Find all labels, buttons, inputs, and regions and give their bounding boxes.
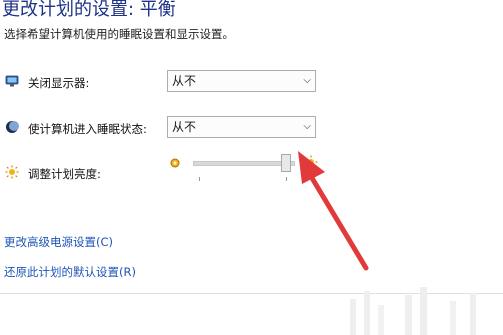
slider-tick xyxy=(286,177,287,181)
display-off-label: 关闭显示器: xyxy=(28,76,90,90)
sleep-label: 使计算机进入睡眠状态: xyxy=(28,122,147,136)
brightness-slider-thumb[interactable] xyxy=(281,154,291,172)
monitor-icon xyxy=(5,75,19,87)
display-off-dropdown[interactable]: 从不 ⌵ xyxy=(167,70,316,92)
sleep-dropdown[interactable]: 从不 ⌵ xyxy=(167,116,316,138)
sleep-value: 从不 xyxy=(172,120,197,134)
brightness-label: 调整计划亮度: xyxy=(28,167,101,181)
overlay-graphic xyxy=(350,287,476,335)
moon-icon xyxy=(6,121,19,133)
chevron-down-icon: ⌵ xyxy=(303,75,311,86)
brightness-slider-track[interactable] xyxy=(193,161,295,166)
page-title: 更改计划的设置: 平衡 xyxy=(2,0,176,20)
page-subtitle: 选择希望计算机使用的睡眠设置和显示设置。 xyxy=(4,27,234,41)
advanced-power-settings-link[interactable]: 更改高级电源设置(C) xyxy=(4,234,113,250)
slider-tick xyxy=(199,177,200,181)
display-off-value: 从不 xyxy=(172,74,197,88)
sun-icon xyxy=(5,165,19,179)
brightness-high-icon xyxy=(304,155,318,169)
chevron-down-icon: ⌵ xyxy=(303,121,311,132)
restore-defaults-link[interactable]: 还原此计划的默认设置(R) xyxy=(4,264,136,280)
brightness-low-icon xyxy=(170,158,180,168)
